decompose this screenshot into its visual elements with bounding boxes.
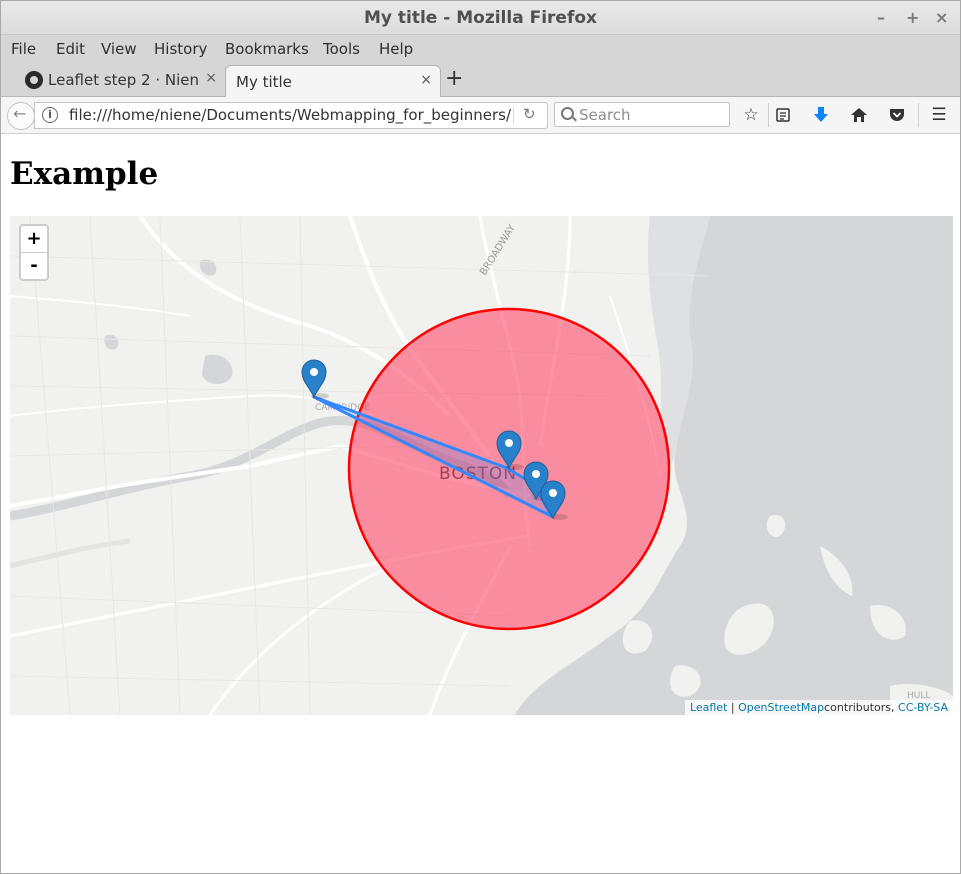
search-bar[interactable] [554,102,730,127]
menu-help[interactable]: Help [379,40,413,58]
close-window-button[interactable]: × [935,8,948,27]
downloads-icon[interactable] [810,104,832,126]
toolbar-separator [918,103,919,127]
url-bar[interactable]: i file:///home/niene/Documents/Webmappin… [34,102,548,129]
toolbar-separator [768,103,769,127]
navigation-toolbar: i file:///home/niene/Documents/Webmappin… [1,97,960,134]
menu-edit[interactable]: Edit [56,40,85,58]
attribution-separator: | [727,701,739,714]
close-tab-icon[interactable]: × [420,72,432,88]
menu-history[interactable]: History [154,40,207,58]
page-heading: Example [10,156,159,192]
menu-bar: File Edit View History Bookmarks Tools H… [1,35,960,62]
zoom-in-button[interactable]: + [21,226,47,253]
title-bar: My title - Mozilla Firefox – + × [1,1,960,35]
leaflet-link[interactable]: Leaflet [690,701,727,714]
tab-strip: Leaflet step 2 · Nien… × My title × + [1,62,960,98]
github-icon [25,71,43,89]
map-attribution: Leaflet | OpenStreetMapcontributors, CC-… [684,700,953,715]
close-tab-icon[interactable]: × [205,70,217,86]
info-icon[interactable]: i [42,107,58,123]
bookmark-star-icon[interactable]: ☆ [740,104,762,126]
tab-my-title[interactable]: My title × [225,65,441,98]
menu-bookmarks[interactable]: Bookmarks [225,40,309,58]
road-label: BROADWAY [478,222,518,277]
reload-icon[interactable]: ↻ [523,105,536,123]
reading-list-icon[interactable] [772,104,794,126]
zoom-control: + - [19,224,49,281]
openstreetmap-link[interactable]: OpenStreetMap [738,701,824,714]
page-content: Example BROADWAY CAMBRIDGE HULL BOSTON +… [1,134,960,873]
maximize-button[interactable]: + [906,8,919,27]
tab-leaflet-step-2[interactable]: Leaflet step 2 · Nien… × [13,64,225,95]
browser-window: My title - Mozilla Firefox – + × File Ed… [0,0,961,874]
map-tiles[interactable]: BROADWAY CAMBRIDGE HULL BOSTON [10,216,953,715]
attribution-contributors: contributors, [824,701,899,714]
zoom-out-button[interactable]: - [21,253,47,279]
menu-tools[interactable]: Tools [323,40,360,58]
menu-file[interactable]: File [11,40,36,58]
license-link[interactable]: CC-BY-SA [898,701,948,714]
map-marker[interactable] [301,359,329,399]
hamburger-menu-icon[interactable]: ☰ [928,104,950,126]
minimize-button[interactable]: – [877,8,885,27]
tab-label: Leaflet step 2 · Nien… [48,71,200,89]
back-button[interactable] [7,102,35,130]
url-text[interactable]: file:///home/niene/Documents/Webmapping_… [69,106,511,124]
url-separator [513,106,514,125]
home-icon[interactable] [848,104,870,126]
menu-view[interactable]: View [101,40,137,58]
window-title: My title - Mozilla Firefox [363,8,597,28]
tab-label: My title [236,73,292,91]
search-icon [561,107,574,120]
pocket-icon[interactable] [886,104,908,126]
leaflet-map[interactable]: BROADWAY CAMBRIDGE HULL BOSTON + - Leafl… [10,216,953,715]
new-tab-button[interactable]: + [445,66,463,91]
search-input[interactable] [577,104,729,126]
